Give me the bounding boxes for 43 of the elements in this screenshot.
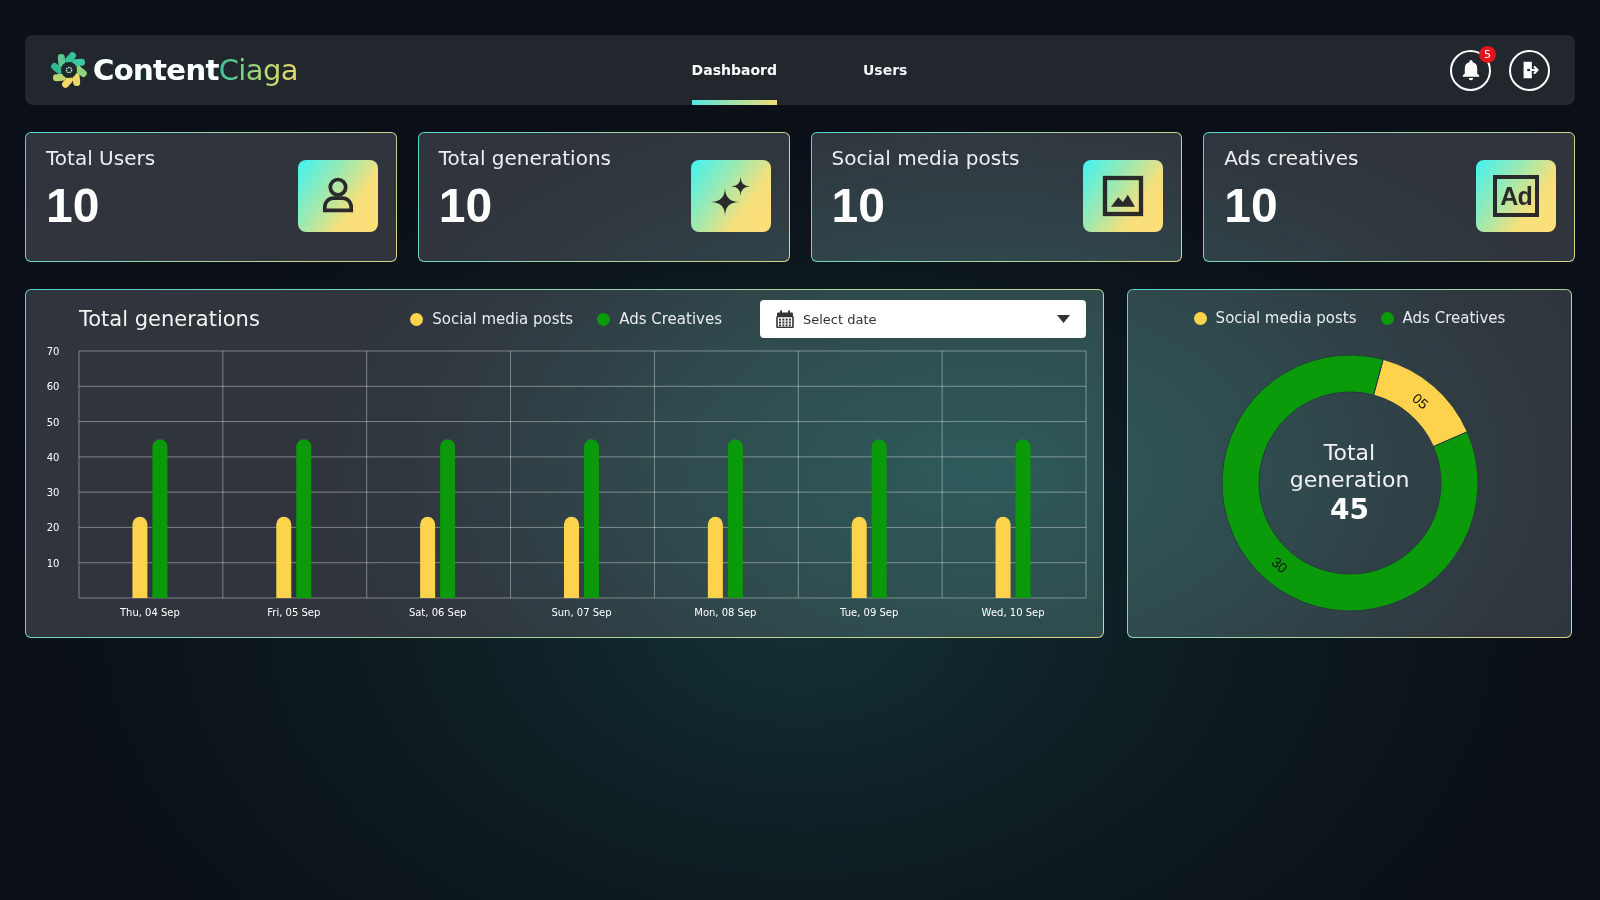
y-axis-label: 50 <box>46 416 60 428</box>
donut-center-label: Total generation <box>1288 439 1411 493</box>
legend-label: Ads Creatives <box>619 310 722 328</box>
legend-label: Social media posts <box>432 310 574 328</box>
stat-title: Social media posts <box>831 146 1020 170</box>
user-icon <box>297 160 378 232</box>
stat-value: 10 <box>46 178 101 234</box>
donut-value-label: 30 <box>1267 553 1291 576</box>
legend-label: Social media posts <box>1215 309 1357 327</box>
stat-value: 10 <box>438 178 494 234</box>
stat-title: Total generations <box>438 146 611 170</box>
chart-title: Total generations <box>79 307 261 331</box>
sparkles-icon <box>690 160 771 232</box>
logo-icon <box>49 50 89 90</box>
x-axis-label: Thu, 04 Sep <box>120 607 180 618</box>
y-axis-label: 10 <box>46 557 60 569</box>
stat-title: Ads creatives <box>1224 146 1359 170</box>
image-icon <box>1083 160 1164 232</box>
y-axis-label: 30 <box>46 487 60 499</box>
calendar-icon <box>776 310 794 328</box>
legend-label: Ads Creatives <box>1402 309 1506 327</box>
y-axis-label: 20 <box>46 522 60 534</box>
ad-icon: Ad <box>1476 160 1556 232</box>
y-axis-label: 60 <box>46 381 60 393</box>
donut-value-label: 05 <box>1408 390 1432 413</box>
x-axis-label: Fri, 05 Sep <box>267 607 321 618</box>
x-axis-label: Sat, 06 Sep <box>408 607 467 618</box>
logout-button[interactable] <box>1509 49 1550 91</box>
notification-count: 5 <box>1479 45 1496 63</box>
x-axis-label: Tue, 09 Sep <box>840 607 899 618</box>
donut-center-value: 45 <box>1330 493 1369 527</box>
stat-value: 10 <box>831 178 886 234</box>
y-axis-label: 40 <box>46 451 60 463</box>
date-select[interactable]: Select date <box>760 300 1086 338</box>
y-axis-label: 70 <box>46 346 60 357</box>
caret-icon <box>1057 315 1070 323</box>
x-axis-label: Sun, 07 Sep <box>551 607 612 618</box>
stat-title: Total Users <box>46 146 156 170</box>
nav-tab[interactable]: Dashbaord <box>691 35 777 105</box>
x-axis-label: Wed, 10 Sep <box>981 607 1045 618</box>
nav-tab[interactable]: Users <box>862 35 908 105</box>
stat-value: 10 <box>1224 178 1279 234</box>
x-axis-label: Mon, 08 Sep <box>694 607 757 618</box>
